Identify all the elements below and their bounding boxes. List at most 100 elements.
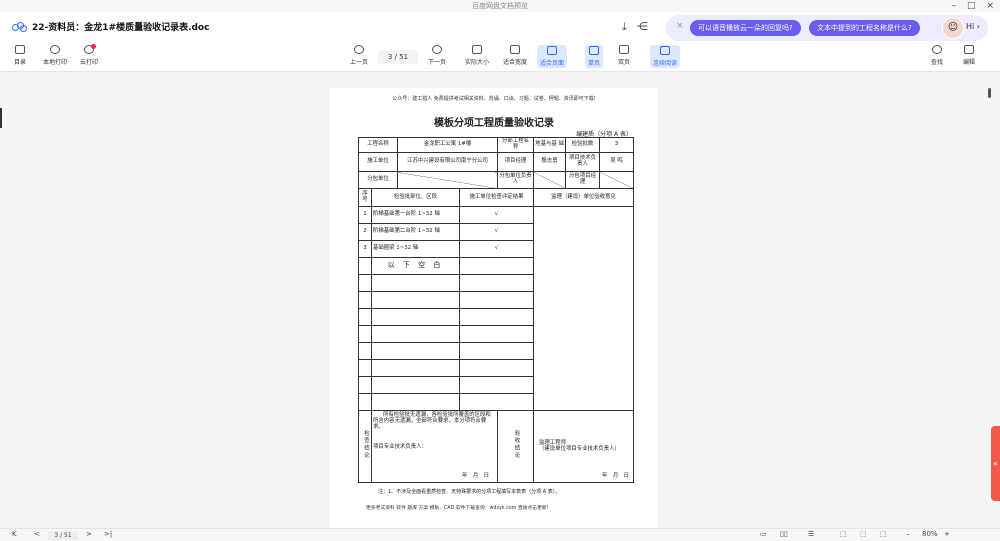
row-part: 阶梯基础第二台阶 1~32 轴: [370, 223, 461, 241]
pm-value: 殷志勇: [533, 152, 567, 172]
fit-page-button[interactable]: 适合页面: [537, 45, 568, 68]
text-cursor-marker: [0, 108, 2, 128]
project-name-value: 金龙职工公寓 1#楼: [397, 137, 499, 153]
cloud-print-icon: [84, 44, 96, 54]
ai-close-button[interactable]: ×: [676, 21, 684, 31]
zoom-in-button[interactable]: +: [944, 530, 950, 538]
edit-button[interactable]: 编辑: [963, 45, 975, 66]
status-bar: K < 3 / 51 > >| ▭ ▯▯ ☰ ⬚ ⬚ ⬚ – 80% +: [0, 528, 1000, 541]
assistant-hi-button[interactable]: Hi ›: [966, 22, 980, 31]
accept-label: 验收结论: [513, 430, 520, 460]
continuous-view-icon[interactable]: ☰: [808, 530, 814, 538]
document-viewport[interactable]: « 公众号：建工猎人 免费提供考试相关资料、背诵、口诀、习题、试卷、押题、资讯即…: [0, 73, 1000, 528]
suggestion-chip-project-name[interactable]: 文本中提到的工程名称是什么?: [809, 20, 920, 36]
fit-page-label: 适合页面: [540, 60, 565, 67]
builder-label: 施工单位: [357, 152, 399, 172]
find-button[interactable]: 查找: [931, 45, 943, 66]
prev-page-label: 上一页: [350, 59, 369, 66]
first-page-button[interactable]: K: [12, 530, 17, 538]
close-button[interactable]: ×: [986, 0, 994, 12]
continuous-label: 连续阅读: [653, 60, 678, 67]
actual-size-small-icon[interactable]: ⬚: [880, 530, 887, 538]
fit-page-icon: [547, 46, 557, 55]
catalog-button[interactable]: 目录: [14, 45, 26, 66]
minimize-button[interactable]: –: [951, 0, 956, 12]
row-part: 基础圈梁 1~32 轴: [370, 240, 461, 258]
fit-page-small-icon[interactable]: ⬚: [860, 530, 867, 538]
catalog-icon: [15, 45, 25, 54]
bottom-note-2: 更多考试资料 软件 题库 方案 模板、CAD 软件下载查询：wdzyk.com …: [366, 506, 549, 511]
continuous-read-button[interactable]: 连续阅读: [650, 45, 681, 68]
sub-pm-label: 分包项目经 理: [565, 171, 601, 189]
bottom-note: 注：1、不涉及全面看重质检查、无特殊要求的分项工程填写本表表（分项 A 表）。: [378, 489, 561, 495]
continuous-icon: [660, 46, 670, 55]
next-page-small-button[interactable]: >: [86, 530, 92, 538]
sub-project-value: 地基与基 础: [533, 137, 567, 153]
opinion-cell: [533, 206, 635, 411]
double-page-button[interactable]: 双页: [618, 45, 630, 66]
supervisor-note: （建设单位项目专业技术负责人）: [539, 445, 620, 452]
prev-page-small-button[interactable]: <: [34, 530, 40, 538]
page-indicator[interactable]: 3 / 51: [378, 50, 418, 64]
project-name-label: 工程名称: [357, 137, 399, 153]
find-label: 查找: [931, 59, 944, 66]
next-page-button[interactable]: 下一页: [428, 45, 446, 66]
scrollbar-thumb[interactable]: [988, 88, 991, 98]
side-expand-tab[interactable]: «: [991, 426, 1000, 501]
row-result: [459, 257, 535, 275]
double-view-icon[interactable]: ▯▯: [780, 530, 788, 538]
local-print-button[interactable]: 本地打印: [43, 45, 67, 66]
status-page-indicator[interactable]: 3 / 51: [48, 531, 78, 540]
conclusion-cell: 所有检验批无遗漏，各检验批所覆盖的区段和所含内容无遗漏，全部符合要求，本分项符合…: [370, 410, 499, 483]
prev-page-icon: [354, 45, 364, 54]
assistant-avatar[interactable]: ☺: [942, 17, 964, 39]
doc-title-area: 22-资料员：金龙1#楼质量验收记录表.doc: [12, 20, 209, 33]
zoom-level: 80%: [922, 530, 938, 538]
sub-lead-value-empty: [533, 171, 567, 189]
fit-width-small-icon[interactable]: ⬚: [840, 530, 847, 538]
window-titlebar: 百度网盘文档预览 – □ ×: [0, 0, 1000, 12]
cloud-print-label: 云打印: [80, 59, 99, 66]
actual-size-button[interactable]: 实际大小: [465, 45, 489, 66]
col-part-header: 检验批部位、区段: [370, 188, 461, 207]
suggestion-chip-voice[interactable]: 可以语音播放云一朵的回复吗?: [690, 20, 801, 36]
single-page-label: 单页: [588, 60, 601, 67]
subcontractor-label: 分包单位: [357, 171, 399, 189]
next-page-label: 下一页: [428, 59, 447, 66]
document-page: 公众号：建工猎人 免费提供考试相关资料、背诵、口诀、习题、试卷、押题、资讯即可下…: [330, 88, 658, 528]
inspection-record-table: 工程名称 金龙职工公寓 1#楼 分部工程名 称 地基与基 础 检验批数 3 施工…: [357, 137, 635, 483]
conclusion-label: 检查结论: [362, 430, 369, 460]
fit-width-icon: [510, 45, 520, 54]
single-view-icon[interactable]: ▭: [760, 530, 767, 538]
pm-label: 项目经理: [497, 152, 535, 172]
single-page-button[interactable]: 单页: [585, 45, 604, 68]
last-page-button[interactable]: >|: [104, 530, 112, 538]
table-row: 1 阶梯基础第一台阶 1~32 轴 √: [358, 206, 635, 411]
actual-size-icon: [472, 45, 482, 54]
tech-lead-value: 吴 鸣: [599, 152, 635, 172]
fit-width-button[interactable]: 适合宽度: [503, 45, 527, 66]
doc-title: 22-资料员：金龙1#楼质量验收记录表.doc: [32, 23, 210, 33]
restore-button[interactable]: □: [967, 0, 976, 12]
share-icon[interactable]: ⋲: [637, 20, 648, 34]
header-actions: ⤓ ⋲: [622, 20, 648, 34]
tech-sign-label: 项目专业技术负责人：: [373, 443, 427, 450]
page-title: 模板分项工程质量验收记录: [434, 118, 554, 129]
row-no: 3: [358, 240, 372, 258]
zoom-out-button[interactable]: –: [906, 530, 910, 538]
double-page-label: 双页: [618, 59, 631, 66]
accept-cell: 监理工程师 （建设单位项目专业技术负责人） 年 月 日: [533, 410, 635, 483]
subcontractor-value-empty: [397, 171, 499, 189]
cloud-print-button[interactable]: 云打印: [80, 44, 99, 66]
sub-lead-label: 分包单位负责人: [497, 171, 535, 189]
batch-count-value: 3: [599, 137, 635, 153]
conclusion-date: 年 月 日: [462, 473, 490, 480]
sub-pm-value-empty: [599, 171, 635, 189]
download-icon[interactable]: ⤓: [622, 20, 627, 34]
fit-width-label: 适合宽度: [503, 59, 528, 66]
window-controls: – □ ×: [951, 0, 994, 12]
app-title: 百度网盘文档预览: [472, 2, 528, 10]
accept-label-cell: 验收结论: [497, 410, 535, 483]
conclusion-text: 所有检验批无遗漏，各检验批所覆盖的区段和所含内容无遗漏，全部符合要求，本分项符合…: [373, 412, 491, 430]
prev-page-button[interactable]: 上一页: [350, 45, 368, 66]
